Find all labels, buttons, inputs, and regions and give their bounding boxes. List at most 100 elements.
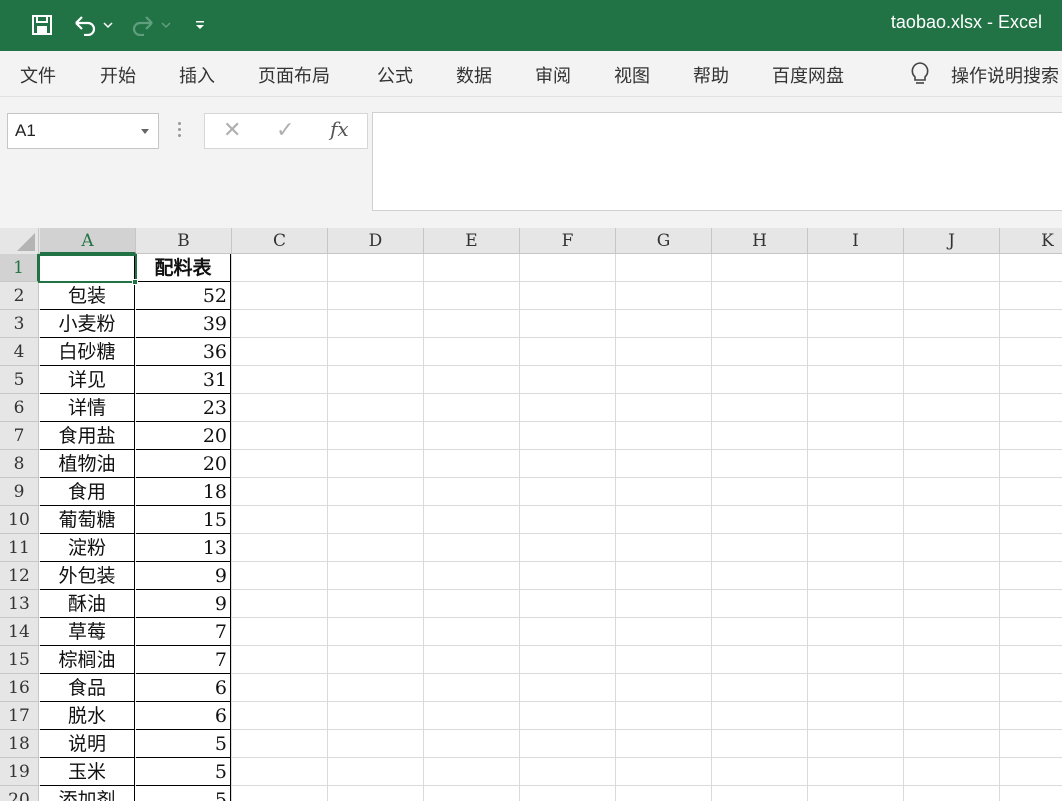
tab-page-layout[interactable]: 页面布局	[258, 62, 330, 88]
cell-b1[interactable]: 配料表	[136, 254, 231, 282]
tab-view[interactable]: 视图	[614, 62, 650, 88]
tab-home[interactable]: 开始	[100, 62, 136, 88]
cell-a13[interactable]: 酥油	[40, 590, 135, 618]
cell-a7[interactable]: 食用盐	[40, 422, 135, 450]
row-header[interactable]: 9	[0, 478, 39, 506]
cell-a19[interactable]: 玉米	[40, 758, 135, 786]
formula-input[interactable]	[372, 112, 1062, 211]
row-header[interactable]: 8	[0, 450, 39, 478]
cell-b12[interactable]: 9	[136, 562, 231, 590]
cell-b7[interactable]: 20	[136, 422, 231, 450]
cell-a15[interactable]: 棕榈油	[40, 646, 135, 674]
cell-b6[interactable]: 23	[136, 394, 231, 422]
cell-b4[interactable]: 36	[136, 338, 231, 366]
row-header[interactable]: 10	[0, 506, 39, 534]
row-header[interactable]: 20	[0, 786, 39, 801]
row-header[interactable]: 5	[0, 366, 39, 394]
lightbulb-icon[interactable]	[908, 61, 932, 91]
redo-dropdown[interactable]	[159, 10, 173, 40]
cell-a6[interactable]: 详情	[40, 394, 135, 422]
undo-dropdown[interactable]	[101, 10, 115, 40]
column-header-c[interactable]: C	[232, 228, 328, 254]
row-header[interactable]: 6	[0, 394, 39, 422]
customize-toolbar-button[interactable]	[190, 10, 210, 40]
splitter-handle[interactable]	[178, 122, 181, 140]
column-header-f[interactable]: F	[520, 228, 616, 254]
chevron-down-icon[interactable]	[141, 129, 149, 134]
row-header[interactable]: 18	[0, 730, 39, 758]
cell-a8[interactable]: 植物油	[40, 450, 135, 478]
cell-a5[interactable]: 详见	[40, 366, 135, 394]
tab-help[interactable]: 帮助	[693, 62, 729, 88]
column-header-h[interactable]: H	[712, 228, 808, 254]
column-header-e[interactable]: E	[424, 228, 520, 254]
column-header-j[interactable]: J	[904, 228, 1000, 254]
cell-a10[interactable]: 葡萄糖	[40, 506, 135, 534]
insert-function-icon[interactable]: fx	[330, 117, 349, 141]
column-header-i[interactable]: I	[808, 228, 904, 254]
row-header[interactable]: 17	[0, 702, 39, 730]
row-header[interactable]: 15	[0, 646, 39, 674]
column-header-g[interactable]: G	[616, 228, 712, 254]
cell-b14[interactable]: 7	[136, 618, 231, 646]
cell-a16[interactable]: 食品	[40, 674, 135, 702]
cell-a4[interactable]: 白砂糖	[40, 338, 135, 366]
row-header[interactable]: 11	[0, 534, 39, 562]
worksheet-grid[interactable]: ABCDEFGHIJK 1 配料表 2 包装 52 3 小麦粉 39 4 白砂糖 36 5 详见 31 6 详…	[0, 228, 1062, 801]
cell-a11[interactable]: 淀粉	[40, 534, 135, 562]
cell-a9[interactable]: 食用	[40, 478, 135, 506]
cell-b13[interactable]: 9	[136, 590, 231, 618]
row-header[interactable]: 14	[0, 618, 39, 646]
cell-a3[interactable]: 小麦粉	[40, 310, 135, 338]
cell-a17[interactable]: 脱水	[40, 702, 135, 730]
cell-a18[interactable]: 说明	[40, 730, 135, 758]
cell-b19[interactable]: 5	[136, 758, 231, 786]
enter-icon[interactable]: ✓	[276, 118, 294, 143]
redo-button[interactable]	[128, 10, 158, 40]
name-box[interactable]: A1	[7, 113, 159, 149]
cell-b5[interactable]: 31	[136, 366, 231, 394]
row-header[interactable]: 19	[0, 758, 39, 786]
cell-b11[interactable]: 13	[136, 534, 231, 562]
tab-review[interactable]: 审阅	[535, 62, 571, 88]
column-header-b[interactable]: B	[136, 228, 232, 254]
row-header[interactable]: 7	[0, 422, 39, 450]
row-header[interactable]: 1	[0, 254, 39, 282]
row-header[interactable]: 16	[0, 674, 39, 702]
save-button[interactable]	[28, 10, 56, 40]
cell-b10[interactable]: 15	[136, 506, 231, 534]
row-header[interactable]: 13	[0, 590, 39, 618]
customize-icon	[196, 21, 204, 29]
cell-a2[interactable]: 包装	[40, 282, 135, 310]
save-icon	[32, 15, 52, 35]
cancel-icon[interactable]: ✕	[223, 118, 241, 143]
row-header[interactable]: 3	[0, 310, 39, 338]
cell-b17[interactable]: 6	[136, 702, 231, 730]
row-header[interactable]: 4	[0, 338, 39, 366]
cell-b15[interactable]: 7	[136, 646, 231, 674]
cell-b20[interactable]: 5	[136, 786, 231, 801]
row-header[interactable]: 12	[0, 562, 39, 590]
cell-b16[interactable]: 6	[136, 674, 231, 702]
column-header-d[interactable]: D	[328, 228, 424, 254]
cell-b18[interactable]: 5	[136, 730, 231, 758]
tab-baidu-netdisk[interactable]: 百度网盘	[772, 62, 844, 88]
column-header-a[interactable]: A	[40, 228, 136, 254]
cell-a12[interactable]: 外包装	[40, 562, 135, 590]
cell-a20[interactable]: 添加剂	[40, 786, 135, 801]
cell-a14[interactable]: 草莓	[40, 618, 135, 646]
cell-b2[interactable]: 52	[136, 282, 231, 310]
undo-button[interactable]	[70, 10, 100, 40]
cell-b9[interactable]: 18	[136, 478, 231, 506]
tab-data[interactable]: 数据	[456, 62, 492, 88]
row-header[interactable]: 2	[0, 282, 39, 310]
tab-file[interactable]: 文件	[20, 62, 56, 88]
column-header-k[interactable]: K	[1000, 228, 1062, 254]
tab-formulas[interactable]: 公式	[377, 62, 413, 88]
tab-insert[interactable]: 插入	[179, 62, 215, 88]
fill-handle[interactable]	[132, 279, 138, 285]
select-all-button[interactable]	[0, 228, 39, 254]
cell-b8[interactable]: 20	[136, 450, 231, 478]
cell-b3[interactable]: 39	[136, 310, 231, 338]
tell-me-search[interactable]: 操作说明搜索	[951, 62, 1059, 88]
